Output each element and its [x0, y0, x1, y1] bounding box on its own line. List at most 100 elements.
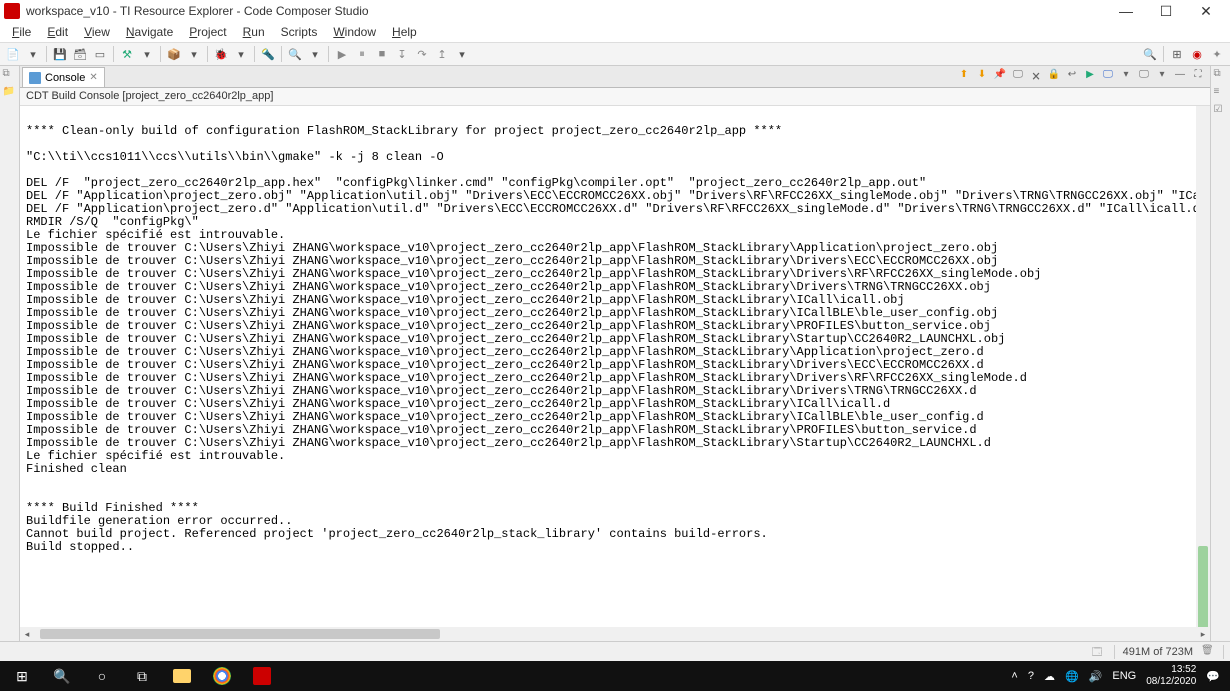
language-indicator[interactable]: ENG: [1112, 670, 1136, 682]
ccs-taskbar-icon[interactable]: [244, 662, 280, 690]
menu-view[interactable]: View: [76, 23, 118, 41]
menu-window[interactable]: Window: [325, 23, 384, 41]
dropdown-icon[interactable]: ▾: [185, 45, 203, 63]
scroll-lock-icon[interactable]: 🔒: [1046, 69, 1062, 85]
word-wrap-icon[interactable]: ↩: [1064, 69, 1080, 85]
menu-help[interactable]: Help: [384, 23, 425, 41]
status-icon[interactable]: 🗔: [1092, 645, 1106, 659]
clock[interactable]: 13:52 08/12/2020: [1146, 664, 1196, 688]
menu-scripts[interactable]: Scripts: [273, 23, 326, 41]
console-tab[interactable]: Console ✕: [22, 67, 105, 87]
step-into-icon[interactable]: ↧: [393, 45, 411, 63]
search-taskbar-icon[interactable]: 🔍: [44, 662, 80, 690]
folder-icon[interactable]: 📁: [3, 86, 17, 100]
close-button[interactable]: ✕: [1186, 3, 1226, 20]
horizontal-scrollbar[interactable]: ◂ ▸: [20, 627, 1210, 641]
search-icon[interactable]: 🔍: [286, 45, 304, 63]
pause-icon[interactable]: ⏸: [353, 45, 371, 63]
open-console-icon[interactable]: 🖵: [1100, 69, 1116, 85]
console-tab-label: Console: [45, 72, 85, 84]
perspective-icon[interactable]: ⊞: [1168, 45, 1186, 63]
dropdown-icon[interactable]: ▾: [232, 45, 250, 63]
clear-console-icon[interactable]: 🗙: [1028, 69, 1044, 85]
perspective-ccs-icon[interactable]: ◉: [1188, 45, 1206, 63]
open-console2-icon[interactable]: 🖵: [1136, 69, 1152, 85]
tasks-icon[interactable]: ☑: [1214, 104, 1228, 118]
task-view-icon[interactable]: ⧉: [124, 662, 160, 690]
ccs-app-icon: [4, 3, 20, 19]
dropdown-icon[interactable]: ▾: [453, 45, 471, 63]
heap-status[interactable]: 491M of 723M: [1123, 646, 1193, 658]
network-icon[interactable]: 🌐: [1065, 670, 1079, 683]
toolbar-separator: [1163, 46, 1164, 62]
dropdown-icon[interactable]: ▾: [306, 45, 324, 63]
gc-icon[interactable]: 🗑: [1201, 645, 1215, 659]
debug-icon[interactable]: 🐞: [212, 45, 230, 63]
start-button[interactable]: ⊞: [4, 662, 40, 690]
outline-icon[interactable]: ≡: [1214, 86, 1228, 100]
hscroll-track[interactable]: [34, 627, 1196, 641]
toolbar-separator: [281, 46, 282, 62]
toolbar: 📄 ▾ 💾 🗃 ▭ ⚒ ▾ 📦 ▾ 🐞 ▾ 🔦 🔍 ▾ ▶ ⏸ ■ ↧ ↷ ↥ …: [0, 42, 1230, 66]
toolbar-separator: [46, 46, 47, 62]
maximize-button[interactable]: ☐: [1146, 3, 1186, 20]
file-explorer-icon[interactable]: [164, 662, 200, 690]
dropdown-icon[interactable]: ▾: [1154, 69, 1170, 85]
main-area: ⧉ 📁 Console ✕ ⬆ ⬇ 📌 🖵 🗙 🔒 ↩ ▶ 🖵 ▾: [0, 66, 1230, 641]
perspective-ti-icon[interactable]: ✦: [1208, 45, 1226, 63]
chrome-icon[interactable]: [204, 662, 240, 690]
menu-project[interactable]: Project: [181, 23, 234, 41]
center-pane: Console ✕ ⬆ ⬇ 📌 🖵 🗙 🔒 ↩ ▶ 🖵 ▾ 🖵 ▾ — ⛶: [20, 66, 1210, 641]
restore-icon[interactable]: ⧉: [3, 68, 17, 82]
dropdown-icon[interactable]: ▾: [1118, 69, 1134, 85]
toolbar-separator: [254, 46, 255, 62]
step-over-icon[interactable]: ↷: [413, 45, 431, 63]
new-icon[interactable]: 📄: [4, 45, 22, 63]
vertical-scrollbar[interactable]: [1196, 106, 1210, 627]
close-tab-icon[interactable]: ✕: [89, 72, 97, 83]
scroll-down-icon[interactable]: ⬇: [974, 69, 990, 85]
console-toolbar: ⬆ ⬇ 📌 🖵 🗙 🔒 ↩ ▶ 🖵 ▾ 🖵 ▾ — ⛶: [956, 69, 1210, 87]
minimize-view-icon[interactable]: —: [1172, 69, 1188, 85]
dropdown-icon[interactable]: ▾: [24, 45, 42, 63]
stop-icon[interactable]: ■: [373, 45, 391, 63]
search2-icon[interactable]: 🔍: [1141, 45, 1159, 63]
pin-console-icon[interactable]: 📌: [992, 69, 1008, 85]
package-icon[interactable]: 📦: [165, 45, 183, 63]
save-all-icon[interactable]: 🗃: [71, 45, 89, 63]
menu-bar: File Edit View Navigate Project Run Scri…: [0, 22, 1230, 42]
scroll-right-icon[interactable]: ▸: [1196, 629, 1210, 640]
menu-edit[interactable]: Edit: [39, 23, 76, 41]
menu-run[interactable]: Run: [235, 23, 273, 41]
console-icon: [29, 72, 41, 84]
dropdown-icon[interactable]: ▾: [138, 45, 156, 63]
cortana-icon[interactable]: ○: [84, 662, 120, 690]
build-icon[interactable]: ⚒: [118, 45, 136, 63]
title-bar: workspace_v10 - TI Resource Explorer - C…: [0, 0, 1230, 22]
window-icon[interactable]: ▭: [91, 45, 109, 63]
step-return-icon[interactable]: ↥: [433, 45, 451, 63]
help-icon[interactable]: ?: [1028, 670, 1034, 682]
minimize-button[interactable]: —: [1106, 3, 1146, 19]
menu-navigate[interactable]: Navigate: [118, 23, 181, 41]
tray-chevron-icon[interactable]: ˄: [1011, 670, 1017, 682]
scroll-left-icon[interactable]: ◂: [20, 629, 34, 640]
show-on-out-icon[interactable]: ▶: [1082, 69, 1098, 85]
onedrive-icon[interactable]: ☁: [1044, 670, 1055, 683]
console-output[interactable]: **** Clean-only build of configuration F…: [20, 106, 1210, 560]
volume-icon[interactable]: 🔊: [1089, 670, 1103, 683]
resume-icon[interactable]: ▶: [333, 45, 351, 63]
flashlight-icon[interactable]: 🔦: [259, 45, 277, 63]
windows-taskbar: ⊞ 🔍 ○ ⧉ ˄ ? ☁ 🌐 🔊 ENG 13:52 08/12/2020 💬: [0, 661, 1230, 691]
window-title: workspace_v10 - TI Resource Explorer - C…: [26, 4, 1106, 18]
display-selected-icon[interactable]: 🖵: [1010, 69, 1026, 85]
left-trim: ⧉ 📁: [0, 66, 20, 641]
maximize-view-icon[interactable]: ⛶: [1190, 69, 1206, 85]
save-icon[interactable]: 💾: [51, 45, 69, 63]
menu-file[interactable]: File: [4, 23, 39, 41]
notifications-icon[interactable]: 💬: [1206, 670, 1220, 683]
scroll-up-icon[interactable]: ⬆: [956, 69, 972, 85]
restore-icon[interactable]: ⧉: [1214, 68, 1228, 82]
toolbar-separator: [160, 46, 161, 62]
horizontal-scroll-thumb[interactable]: [40, 629, 440, 639]
